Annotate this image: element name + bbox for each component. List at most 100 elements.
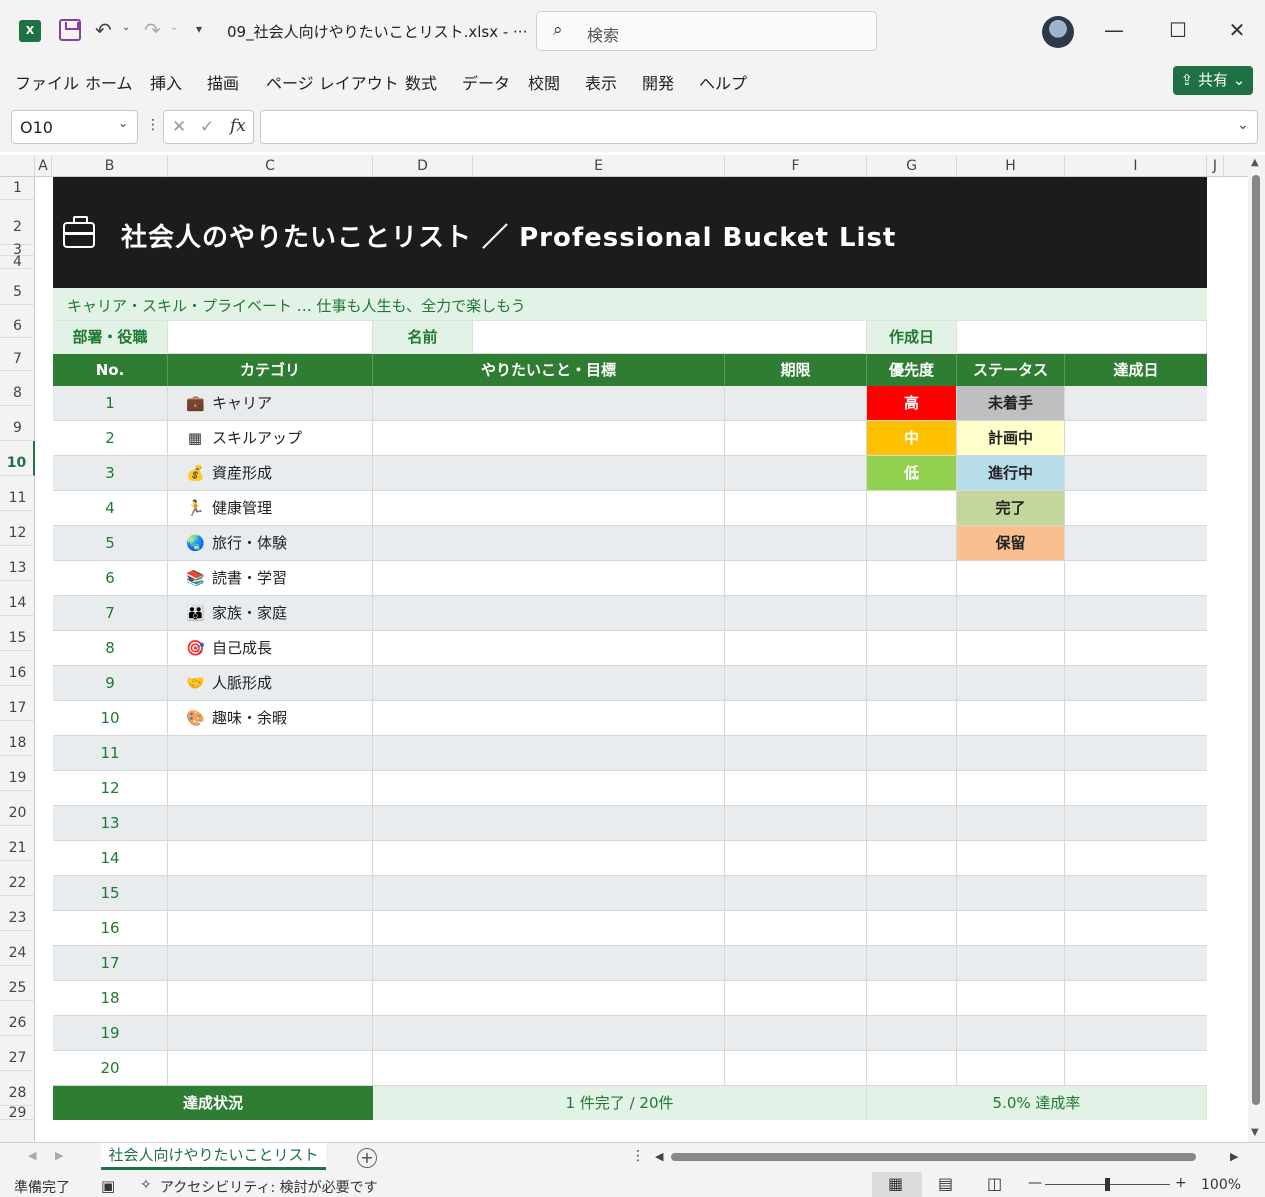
column-header[interactable]: F (725, 155, 867, 177)
cell-done-date[interactable] (1065, 491, 1207, 525)
cell-goal[interactable] (373, 596, 725, 630)
customize-toolbar-icon[interactable]: ▾ (196, 22, 202, 36)
cell-no[interactable]: 7 (53, 596, 168, 630)
tab-help[interactable]: ヘルプ (699, 70, 747, 94)
cell-done-date[interactable] (1065, 561, 1207, 595)
cell-category[interactable]: ▦ スキルアップ (168, 421, 373, 455)
cell-priority[interactable]: 高 (867, 386, 957, 420)
next-sheet-icon[interactable]: ▶ (55, 1149, 63, 1162)
cell-category[interactable]: 💼 キャリア (168, 386, 373, 420)
cell-status[interactable] (957, 666, 1065, 700)
cell-done-date[interactable] (1065, 1051, 1207, 1085)
cell-deadline[interactable] (725, 1016, 867, 1050)
cell-status[interactable]: 未着手 (957, 386, 1065, 420)
cell-deadline[interactable] (725, 596, 867, 630)
cell-deadline[interactable] (725, 561, 867, 595)
insert-function-icon[interactable]: fx (230, 116, 246, 136)
row-header[interactable]: 26 (0, 1001, 35, 1036)
cell-goal[interactable] (373, 421, 725, 455)
cell-deadline[interactable] (725, 771, 867, 805)
cell-priority[interactable] (867, 841, 957, 875)
cell-status[interactable] (957, 876, 1065, 910)
cell-category[interactable]: 📚 読書・学習 (168, 561, 373, 595)
cell-status[interactable] (957, 981, 1065, 1015)
row-header[interactable]: 22 (0, 861, 35, 896)
cell-done-date[interactable] (1065, 456, 1207, 490)
cell-no[interactable]: 17 (53, 946, 168, 980)
save-icon[interactable] (59, 19, 81, 41)
add-sheet-button[interactable]: + (357, 1148, 377, 1168)
cell-deadline[interactable] (725, 911, 867, 945)
cell-no[interactable]: 13 (53, 806, 168, 840)
row-header[interactable]: 14 (0, 581, 35, 616)
tab-draw[interactable]: 描画 (207, 70, 239, 94)
cell-priority[interactable] (867, 771, 957, 805)
name-input[interactable] (473, 321, 867, 354)
zoom-in-button[interactable]: + (1175, 1175, 1187, 1191)
cell-no[interactable]: 10 (53, 701, 168, 735)
row-header[interactable]: 5 (0, 269, 35, 305)
cell-priority[interactable] (867, 1016, 957, 1050)
cell-goal[interactable] (373, 1016, 725, 1050)
cell-category[interactable]: 🤝 人脈形成 (168, 666, 373, 700)
tab-splitter-icon[interactable]: ⋮ (631, 1148, 645, 1164)
undo-icon[interactable]: ↶ (95, 18, 112, 42)
row-header[interactable]: 29 (0, 1106, 35, 1120)
vertical-scrollbar[interactable]: ▲ ▼ (1248, 155, 1265, 1142)
close-button[interactable]: ✕ (1222, 18, 1252, 42)
cell-deadline[interactable] (725, 631, 867, 665)
cell-deadline[interactable] (725, 491, 867, 525)
cell-status[interactable]: 保留 (957, 526, 1065, 560)
row-header[interactable]: 12 (0, 511, 35, 546)
row-header[interactable]: 11 (0, 476, 35, 511)
cell-status[interactable] (957, 771, 1065, 805)
cell-done-date[interactable] (1065, 526, 1207, 560)
cell-goal[interactable] (373, 736, 725, 770)
cell-no[interactable]: 18 (53, 981, 168, 1015)
cell-done-date[interactable] (1065, 386, 1207, 420)
cell-category[interactable]: 🌏 旅行・体験 (168, 526, 373, 560)
scroll-down-icon[interactable]: ▼ (1251, 1127, 1259, 1138)
cell-goal[interactable] (373, 561, 725, 595)
column-header[interactable]: D (373, 155, 473, 177)
cell-deadline[interactable] (725, 981, 867, 1015)
row-header[interactable]: 15 (0, 616, 35, 651)
cell-priority[interactable] (867, 1051, 957, 1085)
cell-deadline[interactable] (725, 841, 867, 875)
cell-status[interactable] (957, 911, 1065, 945)
tab-page-layout[interactable]: ページ レイアウト (266, 70, 399, 94)
cell-goal[interactable] (373, 806, 725, 840)
row-header[interactable]: 17 (0, 686, 35, 721)
tab-home[interactable]: ホーム (85, 70, 133, 94)
search-box[interactable]: ⌕ 検索 (536, 11, 877, 51)
cell-priority[interactable] (867, 561, 957, 595)
cell-status[interactable] (957, 596, 1065, 630)
cell-no[interactable]: 2 (53, 421, 168, 455)
cell-done-date[interactable] (1065, 421, 1207, 455)
cell-deadline[interactable] (725, 946, 867, 980)
cell-priority[interactable]: 中 (867, 421, 957, 455)
cell-status[interactable] (957, 841, 1065, 875)
cell-priority[interactable] (867, 596, 957, 630)
cell-category[interactable]: 🏃 健康管理 (168, 491, 373, 525)
cell-priority[interactable] (867, 491, 957, 525)
cell-status[interactable] (957, 806, 1065, 840)
cell-no[interactable]: 11 (53, 736, 168, 770)
cell-priority[interactable] (867, 666, 957, 700)
cell-no[interactable]: 8 (53, 631, 168, 665)
horizontal-scroll-thumb[interactable] (671, 1153, 1196, 1161)
cell-goal[interactable] (373, 456, 725, 490)
cell-priority[interactable] (867, 526, 957, 560)
row-header[interactable]: 20 (0, 791, 35, 826)
row-header[interactable]: 6 (0, 305, 35, 338)
cell-deadline[interactable] (725, 526, 867, 560)
cell-category[interactable] (168, 876, 373, 910)
row-header[interactable]: 21 (0, 826, 35, 861)
cell-goal[interactable] (373, 946, 725, 980)
cell-no[interactable]: 14 (53, 841, 168, 875)
date-input[interactable] (957, 321, 1207, 354)
cell-done-date[interactable] (1065, 806, 1207, 840)
enter-icon[interactable]: ✓ (200, 117, 214, 137)
avatar[interactable] (1042, 16, 1074, 48)
cell-deadline[interactable] (725, 876, 867, 910)
